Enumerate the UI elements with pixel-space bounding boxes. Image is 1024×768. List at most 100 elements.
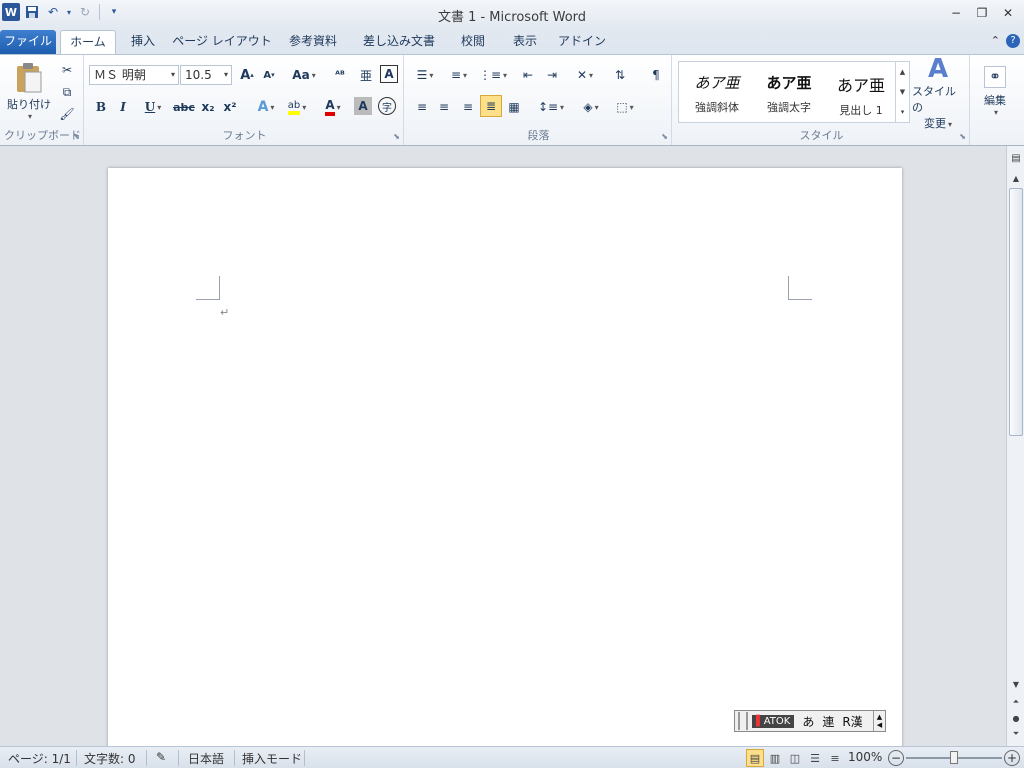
gallery-down-icon[interactable]: ▼ [900,88,905,96]
styles-launcher-icon[interactable]: ⬊ [959,132,966,141]
tab-review[interactable]: 校閲 [452,30,494,54]
zoom-slider-thumb[interactable] [950,751,958,764]
justify-icon[interactable]: ≣ [480,95,502,117]
ruler-toggle-icon[interactable]: ▤ [1008,150,1024,166]
character-shading-icon[interactable]: A [354,97,372,115]
change-styles-button[interactable]: A スタイルの 変更 ▾ [912,55,964,130]
word-count[interactable]: 文字数: 0 [84,750,136,767]
text-effects-button[interactable]: A ▾ [252,97,280,117]
paragraph-mark[interactable]: ↵ [220,306,229,319]
web-layout-view-icon[interactable]: ◫ [786,749,804,767]
vertical-scrollbar[interactable]: ▤ ▲ ▼ ⏶ ● ⏷ [1006,146,1024,746]
line-spacing-button[interactable]: ↕≡ ▾ [536,97,566,117]
style-emphasis-bold[interactable]: あア亜 強調太字 [753,62,825,122]
editing-button[interactable]: ⚭ 編集 ▾ [976,59,1014,123]
bold-button[interactable]: B [92,97,110,117]
shading-button[interactable]: ◈ ▾ [576,97,606,117]
paste-dropdown-icon[interactable]: ▾ [28,112,32,121]
font-size-dropdown-icon[interactable]: ▾ [224,66,228,84]
tab-view[interactable]: 表示 [504,30,546,54]
increase-indent-icon[interactable]: ⇥ [542,65,562,85]
tab-mailings[interactable]: 差し込み文書 [354,30,444,54]
font-name-dropdown-icon[interactable]: ▾ [171,66,175,84]
decrease-indent-icon[interactable]: ⇤ [518,65,538,85]
tab-references[interactable]: 参考資料 [280,30,346,54]
scroll-down-icon[interactable]: ▼ [1008,676,1024,692]
gallery-up-icon[interactable]: ▲ [900,68,905,76]
highlight-color-button[interactable]: ab ▾ [282,97,312,117]
phonetic-guide-icon[interactable]: 亜 [356,65,376,85]
paragraph-launcher-icon[interactable]: ⬊ [661,132,668,141]
minimize-ribbon-icon[interactable]: ⌃ [991,34,1000,48]
gallery-more-icon[interactable]: ▾ [901,108,905,116]
style-emphasis-italic[interactable]: あア亜 強調斜体 [681,62,753,122]
draft-view-icon[interactable]: ≡ [826,749,844,767]
strikethrough-button[interactable]: abc [172,97,196,117]
superscript-button[interactable]: x² [220,97,240,117]
align-left-icon[interactable]: ≡ [412,97,432,117]
italic-button[interactable]: I [114,97,132,117]
ime-menu-arrows[interactable]: ▲ ◀ [873,711,885,731]
tab-file[interactable]: ファイル [0,30,56,54]
font-name-combo[interactable]: ＭＳ 明朝 ▾ [89,65,179,85]
character-spacing-button[interactable]: ✕ ▾ [570,65,600,85]
ime-toolbar[interactable]: ▌ATOK あ 連 R漢 ▲ ◀ [734,710,886,732]
tab-insert[interactable]: 挿入 [120,30,166,54]
clipboard-launcher-icon[interactable]: ⬊ [73,132,80,141]
format-painter-icon[interactable]: 🖌 [58,105,76,123]
multilevel-list-button[interactable]: ⋮≡ ▾ [478,65,508,85]
close-button[interactable]: ✕ [996,4,1020,22]
scroll-thumb[interactable] [1009,188,1023,436]
outline-view-icon[interactable]: ☰ [806,749,824,767]
restore-button[interactable]: ❐ [970,4,994,22]
ime-input-mode[interactable]: あ [802,713,814,730]
distributed-icon[interactable]: ▦ [504,97,524,117]
zoom-out-icon[interactable]: − [888,750,904,766]
tab-addins[interactable]: アドイン [554,30,610,54]
styles-gallery-scroll[interactable]: ▲ ▼ ▾ [895,62,909,122]
scroll-up-icon[interactable]: ▲ [1008,170,1024,186]
font-size-combo[interactable]: 10.5 ▾ [180,65,232,85]
zoom-level[interactable]: 100% [848,750,882,764]
proofing-icon[interactable]: ✎ [156,750,166,764]
minimize-button[interactable]: − [944,4,968,22]
change-case-button[interactable]: Aa ▾ [290,65,318,85]
show-formatting-icon[interactable]: ¶ [646,65,666,85]
grow-font-button[interactable]: A ▴ [238,65,256,85]
tab-home[interactable]: ホーム [60,30,116,54]
align-center-icon[interactable]: ≡ [434,97,454,117]
underline-button[interactable]: U ▾ [138,97,168,117]
ime-logo[interactable]: ▌ATOK [752,714,795,728]
borders-button[interactable]: ⬚ ▾ [610,97,640,117]
ime-grip[interactable] [738,712,748,730]
browse-object-icon[interactable]: ● [1008,710,1024,726]
cut-icon[interactable]: ✂ [58,61,76,79]
ime-romaji-mode[interactable]: R漢 [842,713,862,730]
paste-button[interactable]: 貼り付け ▾ [6,59,52,123]
insert-mode[interactable]: 挿入モード [242,750,302,767]
character-border-icon[interactable]: A [380,65,398,83]
clear-formatting-icon[interactable]: ᴬᴮ [330,65,350,85]
font-color-button[interactable]: A ▾ [318,97,348,117]
help-icon[interactable]: ? [1006,34,1020,48]
ime-conversion-mode[interactable]: 連 [822,713,834,730]
tab-page-layout[interactable]: ページ レイアウト [170,30,274,54]
next-page-icon[interactable]: ⏷ [1008,726,1024,742]
font-launcher-icon[interactable]: ⬊ [393,132,400,141]
full-screen-reading-view-icon[interactable]: ▥ [766,749,784,767]
shrink-font-button[interactable]: A ▾ [260,65,278,85]
print-layout-view-icon[interactable]: ▤ [746,749,764,767]
subscript-button[interactable]: x₂ [198,97,218,117]
enclose-characters-icon[interactable]: 字 [378,97,396,115]
style-heading-1[interactable]: あア亜 見出し 1 [825,62,897,122]
language[interactable]: 日本語 [188,750,224,767]
page-count[interactable]: ページ: 1/1 [8,750,71,767]
align-right-icon[interactable]: ≡ [458,97,478,117]
numbering-button[interactable]: ≡ ▾ [444,65,474,85]
sort-icon[interactable]: ⇅ [610,65,630,85]
copy-icon[interactable]: ⧉ [58,83,76,101]
document-page[interactable]: ↵ [108,168,902,746]
previous-page-icon[interactable]: ⏶ [1008,694,1024,710]
editing-dropdown-icon[interactable]: ▾ [994,108,998,117]
bullets-button[interactable]: ☰ ▾ [410,65,440,85]
